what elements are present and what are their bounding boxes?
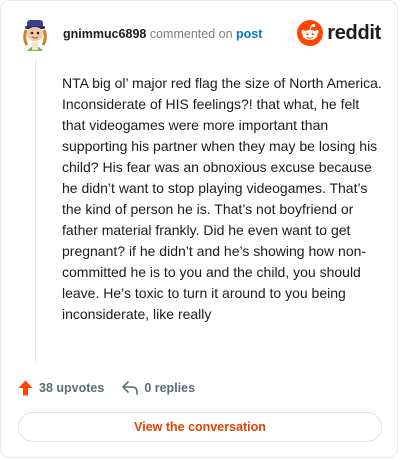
thread-line — [35, 59, 36, 363]
reply-count: 0 replies — [144, 381, 196, 395]
comment-body: NTA big ol’ major red flag the size of N… — [62, 75, 382, 322]
post-link[interactable]: post — [236, 27, 262, 41]
reddit-snoo-icon — [297, 20, 324, 46]
avatar[interactable] — [17, 17, 53, 53]
replies-stat[interactable]: 0 replies — [122, 381, 195, 395]
username[interactable]: gnimmuc6898 — [63, 27, 146, 41]
upvote-count: 38 upvotes — [39, 381, 105, 395]
comment-footer: 38 upvotes 0 replies — [18, 377, 380, 399]
reddit-wordmark: reddit — [327, 21, 381, 44]
view-conversation-button[interactable]: View the conversation — [18, 412, 382, 442]
comment-header: gnimmuc6898 commented on post reddit — [17, 15, 381, 55]
upvotes-stat[interactable]: 38 upvotes — [18, 380, 104, 396]
comment-card: gnimmuc6898 commented on post reddit NTA… — [0, 0, 398, 458]
upvote-arrow-icon — [18, 380, 33, 396]
reddit-brand[interactable]: reddit — [297, 19, 381, 47]
comment-meta: gnimmuc6898 commented on post — [63, 27, 262, 41]
commented-on-text: commented on — [149, 27, 233, 41]
reply-arrow-icon — [122, 381, 139, 395]
